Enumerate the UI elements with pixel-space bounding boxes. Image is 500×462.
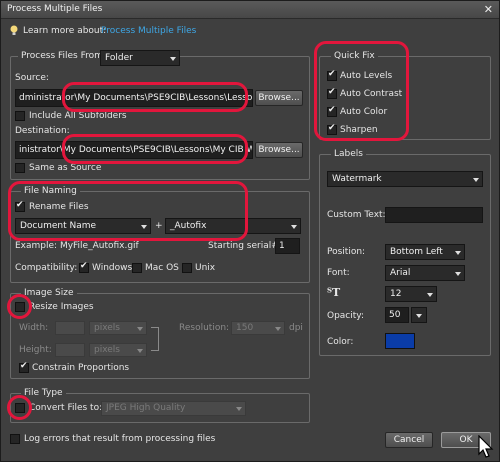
resolution-label: Resolution: xyxy=(179,323,230,333)
opacity-stepper[interactable] xyxy=(411,307,427,323)
dpi-label: dpi xyxy=(289,323,303,333)
color-label: Color: xyxy=(327,337,354,347)
font-size-dropdown[interactable]: 12 xyxy=(385,286,437,302)
chevron-down-icon xyxy=(291,225,297,229)
unix-checkbox[interactable] xyxy=(182,263,192,273)
destination-label: Destination: xyxy=(15,126,70,136)
constrain-proportions-label: Constrain Proportions xyxy=(32,363,130,373)
learn-more-link[interactable]: Process Multiple Files xyxy=(101,26,196,37)
learn-more-prefix: Learn more about: xyxy=(23,26,107,36)
chevron-down-icon xyxy=(455,272,461,276)
include-subfolders-checkbox[interactable] xyxy=(15,111,25,121)
lightbulb-icon xyxy=(10,25,18,35)
process-multiple-files-dialog: Process Multiple Files ✕ Learn more abou… xyxy=(0,0,500,462)
macos-checkbox[interactable] xyxy=(132,263,142,273)
font-dropdown[interactable]: Arial xyxy=(385,265,465,281)
chevron-down-icon xyxy=(427,293,433,297)
highlight-quick-fix xyxy=(314,41,409,141)
chevron-down-icon xyxy=(236,407,242,411)
custom-text-label: Custom Text: xyxy=(327,210,386,220)
chevron-down-icon xyxy=(170,57,176,61)
labels-legend: Labels xyxy=(331,149,366,159)
convert-format-dropdown[interactable]: JPEG High Quality xyxy=(101,401,246,416)
width-unit-dropdown[interactable]: pixels xyxy=(89,321,147,335)
highlight-file-naming xyxy=(8,181,248,241)
example-filename: Example: MyFile_Autofix.gif xyxy=(15,241,139,251)
height-field[interactable] xyxy=(55,343,85,357)
title-bar: Process Multiple Files ✕ xyxy=(1,1,499,19)
font-label: Font: xyxy=(327,268,350,278)
highlight-resize-checkbox xyxy=(7,294,32,319)
mouse-cursor-icon xyxy=(477,434,495,459)
watermark-color-swatch[interactable] xyxy=(385,333,415,349)
source-label: Source: xyxy=(15,73,49,83)
same-as-source-label: Same as Source xyxy=(29,163,102,173)
starting-serial-field[interactable]: 1 xyxy=(275,238,300,254)
close-icon[interactable]: ✕ xyxy=(484,4,493,15)
same-as-source-checkbox[interactable] xyxy=(15,163,25,173)
chevron-down-icon xyxy=(455,251,461,255)
include-subfolders-label: Include All Subfolders xyxy=(29,111,127,121)
custom-text-field[interactable] xyxy=(385,207,483,223)
highlight-convert-checkbox xyxy=(7,395,32,420)
cancel-button[interactable]: Cancel xyxy=(385,432,433,448)
height-unit-dropdown[interactable]: pixels xyxy=(89,343,147,357)
constrain-proportions-checkbox[interactable] xyxy=(19,361,29,373)
width-field[interactable] xyxy=(55,321,85,335)
chevron-down-icon xyxy=(137,349,143,353)
destination-browse-button[interactable]: Browse... xyxy=(255,142,303,158)
source-browse-button[interactable]: Browse... xyxy=(255,90,303,106)
width-label: Width: xyxy=(19,323,49,333)
file-type-legend: File Type xyxy=(21,388,66,398)
process-files-from-dropdown[interactable]: Folder xyxy=(100,50,180,66)
label-type-dropdown[interactable]: Watermark xyxy=(327,171,483,187)
convert-files-label: Convert Files to: xyxy=(29,403,103,413)
image-size-legend: Image Size xyxy=(21,288,77,298)
chevron-down-icon xyxy=(275,327,281,331)
windows-checkbox[interactable] xyxy=(79,261,89,273)
opacity-label: Opacity: xyxy=(327,311,364,321)
highlight-source-path xyxy=(62,82,248,112)
macos-label: Mac OS xyxy=(145,263,179,273)
resize-images-label: Resize Images xyxy=(29,302,94,312)
windows-label: Windows xyxy=(92,263,133,273)
link-bracket-icon xyxy=(151,327,159,351)
opacity-field[interactable]: 50 xyxy=(385,307,409,323)
compatibility-label: Compatibility: xyxy=(15,263,78,273)
starting-serial-label: Starting serial#: xyxy=(208,241,282,251)
chevron-down-icon xyxy=(137,327,143,331)
position-dropdown[interactable]: Bottom Left xyxy=(385,244,465,260)
chevron-down-icon xyxy=(473,178,479,182)
unix-label: Unix xyxy=(195,263,216,273)
process-files-from-label: Process Files From: xyxy=(18,51,109,61)
position-label: Position: xyxy=(327,247,366,257)
font-size-icon: ᵀT xyxy=(327,286,341,299)
height-label: Height: xyxy=(19,345,52,355)
highlight-destination-path xyxy=(62,134,248,164)
log-errors-checkbox[interactable] xyxy=(10,434,20,444)
log-errors-label: Log errors that result from processing f… xyxy=(24,434,216,444)
window-title: Process Multiple Files xyxy=(7,4,103,14)
resolution-dropdown[interactable]: 150 xyxy=(231,321,285,335)
chevron-down-icon xyxy=(416,314,422,318)
